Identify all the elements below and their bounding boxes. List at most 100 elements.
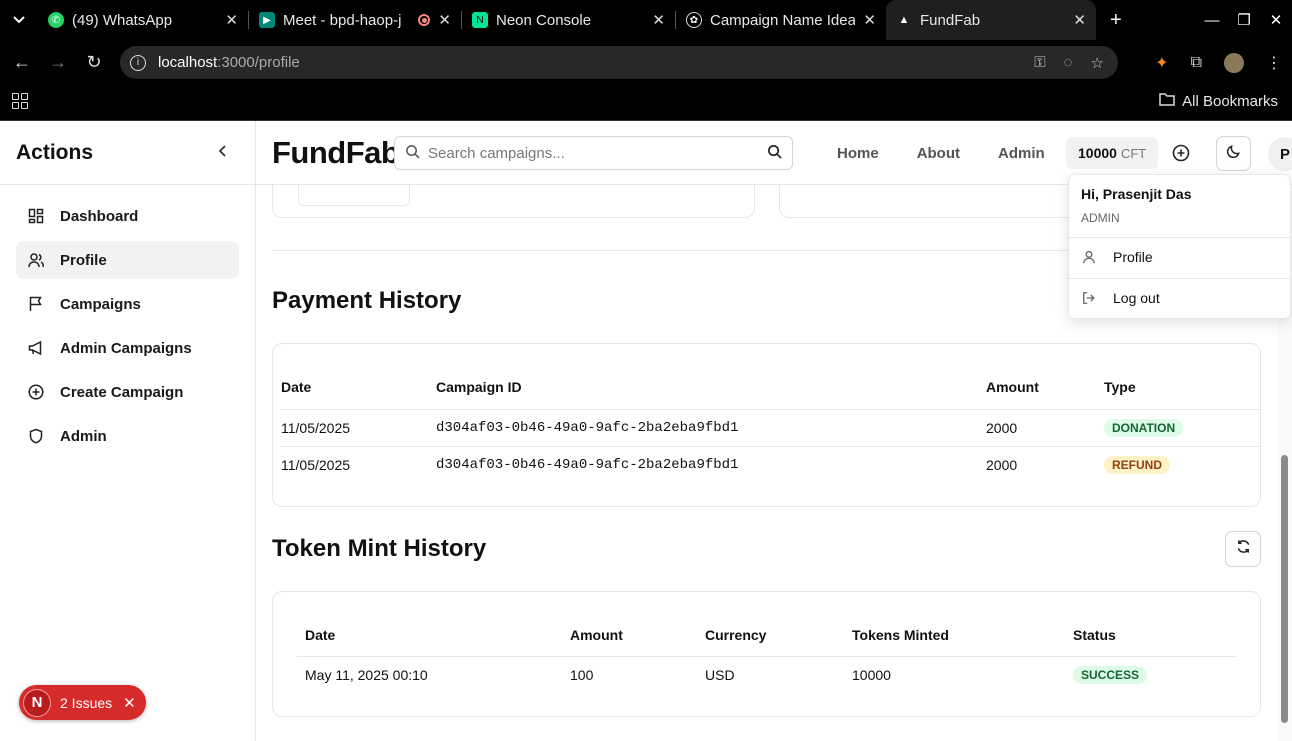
metamask-icon[interactable]: ✦: [1155, 53, 1168, 73]
search-placeholder: Search campaigns...: [428, 144, 565, 162]
users-icon: [28, 252, 44, 268]
tab-neon-console[interactable]: N Neon Console ✕: [462, 0, 675, 40]
browser-menu-icon[interactable]: ⋮: [1266, 53, 1282, 73]
close-tab-icon[interactable]: ✕: [863, 11, 876, 29]
plus-circle-icon: [28, 384, 44, 400]
refresh-button[interactable]: [1225, 531, 1261, 567]
card-action-button[interactable]: [298, 184, 410, 206]
sidebar-item-label: Admin Campaigns: [60, 339, 192, 357]
cell-date: 11/05/2025: [281, 456, 351, 473]
sidebar-item-label: Profile: [60, 251, 107, 269]
megaphone-icon: [28, 340, 44, 356]
minimize-icon[interactable]: —: [1196, 12, 1228, 29]
url-path: :3000/profile: [217, 54, 300, 71]
bookmarks-bar: All Bookmarks: [0, 85, 1292, 121]
user-avatar[interactable]: P: [1268, 137, 1292, 171]
theme-toggle-button[interactable]: [1216, 136, 1251, 171]
table-header-row: Date Amount Currency Tokens Minted Statu…: [297, 614, 1237, 656]
add-tokens-icon[interactable]: [1172, 144, 1190, 162]
sidebar-item-admin-campaigns[interactable]: Admin Campaigns: [16, 329, 239, 367]
back-icon[interactable]: ←: [4, 52, 40, 73]
logout-icon: [1081, 291, 1097, 305]
column-header: Campaign ID: [436, 379, 522, 396]
dashboard-icon: [28, 208, 44, 224]
close-window-icon[interactable]: ✕: [1260, 11, 1292, 29]
close-icon[interactable]: ✕: [123, 694, 136, 712]
close-tab-icon[interactable]: ✕: [225, 11, 238, 29]
nav-home[interactable]: Home: [837, 145, 879, 162]
close-tab-icon[interactable]: ✕: [1073, 11, 1086, 29]
menu-divider: [1069, 278, 1290, 279]
extensions-puzzle-icon[interactable]: ⧉: [1191, 54, 1202, 72]
issues-badge[interactable]: N 2 Issues ✕: [19, 685, 146, 720]
menu-item-logout[interactable]: Log out: [1081, 286, 1160, 310]
search-submit-icon[interactable]: [767, 144, 782, 162]
sidebar-item-dashboard[interactable]: Dashboard: [16, 197, 239, 235]
nav-admin[interactable]: Admin: [998, 145, 1045, 162]
token-mint-table: Date Amount Currency Tokens Minted Statu…: [297, 614, 1237, 694]
cell-campaign-id: d304af03-0b46-49a0-9afc-2ba2eba9fbd1: [436, 419, 739, 436]
forward-icon[interactable]: →: [40, 52, 76, 73]
tab-search-chevron-icon[interactable]: [0, 0, 38, 40]
menu-divider: [1069, 237, 1290, 238]
folder-icon: [1159, 92, 1175, 110]
menu-item-label: Log out: [1113, 290, 1160, 306]
nav-links: Home About Admin: [837, 121, 1045, 185]
cell-amount: 2000: [986, 456, 1018, 473]
all-bookmarks-label: All Bookmarks: [1182, 92, 1278, 110]
sidebar-item-label: Admin: [60, 427, 107, 445]
tab-whatsapp[interactable]: ✆ (49) WhatsApp ✕: [38, 0, 248, 40]
search-icon: [405, 144, 420, 162]
shield-icon: [28, 428, 44, 444]
site-info-icon[interactable]: i: [130, 54, 146, 71]
apps-grid-icon[interactable]: [12, 93, 28, 109]
user-menu-dropdown: Hi, Prasenjit Das ADMIN Profile Log out: [1068, 174, 1291, 319]
search-input[interactable]: Search campaigns...: [394, 136, 793, 170]
brand-logo[interactable]: FundFab: [272, 135, 400, 171]
user-role: ADMIN: [1081, 211, 1120, 225]
payment-history-table: Date Campaign ID Amount Type 11/05/2025 …: [281, 366, 1260, 483]
sidebar-item-campaigns[interactable]: Campaigns: [16, 285, 239, 323]
all-bookmarks-button[interactable]: All Bookmarks: [1159, 92, 1278, 110]
sidebar-item-admin[interactable]: Admin: [16, 417, 239, 455]
nav-about[interactable]: About: [917, 145, 960, 162]
tab-label: (49) WhatsApp: [72, 11, 173, 29]
profile-avatar-icon[interactable]: [1224, 52, 1244, 73]
menu-item-label: Profile: [1113, 249, 1153, 265]
eye-off-icon[interactable]: ◌: [1064, 54, 1073, 71]
close-tab-icon[interactable]: ✕: [652, 11, 665, 29]
password-key-icon[interactable]: ⚿: [1034, 54, 1045, 71]
token-balance: 10000 CFT: [1066, 137, 1159, 169]
user-greeting: Hi, Prasenjit Das: [1081, 186, 1192, 202]
bookmark-star-icon[interactable]: ☆: [1091, 54, 1104, 72]
browser-tab-strip: ✆ (49) WhatsApp ✕ ▶ Meet - bpd-haop-j ✕ …: [0, 0, 1292, 40]
cell-currency: USD: [705, 667, 735, 684]
tab-campaign-name-idea[interactable]: ✿ Campaign Name Idea ✕: [676, 0, 886, 40]
type-badge: REFUND: [1104, 455, 1170, 474]
menu-item-profile[interactable]: Profile: [1081, 245, 1153, 269]
restore-icon[interactable]: ❐: [1228, 11, 1260, 29]
tab-meet[interactable]: ▶ Meet - bpd-haop-j ✕: [249, 0, 461, 40]
window-controls: — ❐ ✕: [1196, 0, 1292, 40]
column-header: Date: [281, 379, 312, 396]
address-bar[interactable]: i localhost:3000/profile ⚿ ◌ ☆: [120, 46, 1118, 79]
new-tab-icon[interactable]: +: [1110, 9, 1122, 32]
flag-icon: [28, 296, 44, 312]
tab-label: Campaign Name Idea: [710, 11, 856, 29]
tab-label: Neon Console: [496, 11, 592, 29]
tab-fundfab[interactable]: ▲ FundFab ✕: [886, 0, 1096, 40]
column-header: Currency: [705, 626, 767, 643]
scrollbar-thumb[interactable]: [1281, 455, 1288, 723]
cell-campaign-id: d304af03-0b46-49a0-9afc-2ba2eba9fbd1: [436, 456, 739, 473]
close-tab-icon[interactable]: ✕: [438, 11, 451, 29]
token-balance-value: 10000: [1078, 145, 1117, 161]
cell-date: 11/05/2025: [281, 419, 351, 436]
vercel-icon: ▲: [898, 14, 910, 26]
sidebar-item-create-campaign[interactable]: Create Campaign: [16, 373, 239, 411]
collapse-chevron-icon[interactable]: [218, 144, 227, 162]
table-row: 11/05/2025 d304af03-0b46-49a0-9afc-2ba2e…: [281, 409, 1260, 446]
reload-icon[interactable]: ↻: [76, 52, 112, 73]
token-mint-history-card: Date Amount Currency Tokens Minted Statu…: [272, 591, 1261, 717]
sidebar-item-profile[interactable]: Profile: [16, 241, 239, 279]
sidebar-item-label: Create Campaign: [60, 383, 184, 401]
